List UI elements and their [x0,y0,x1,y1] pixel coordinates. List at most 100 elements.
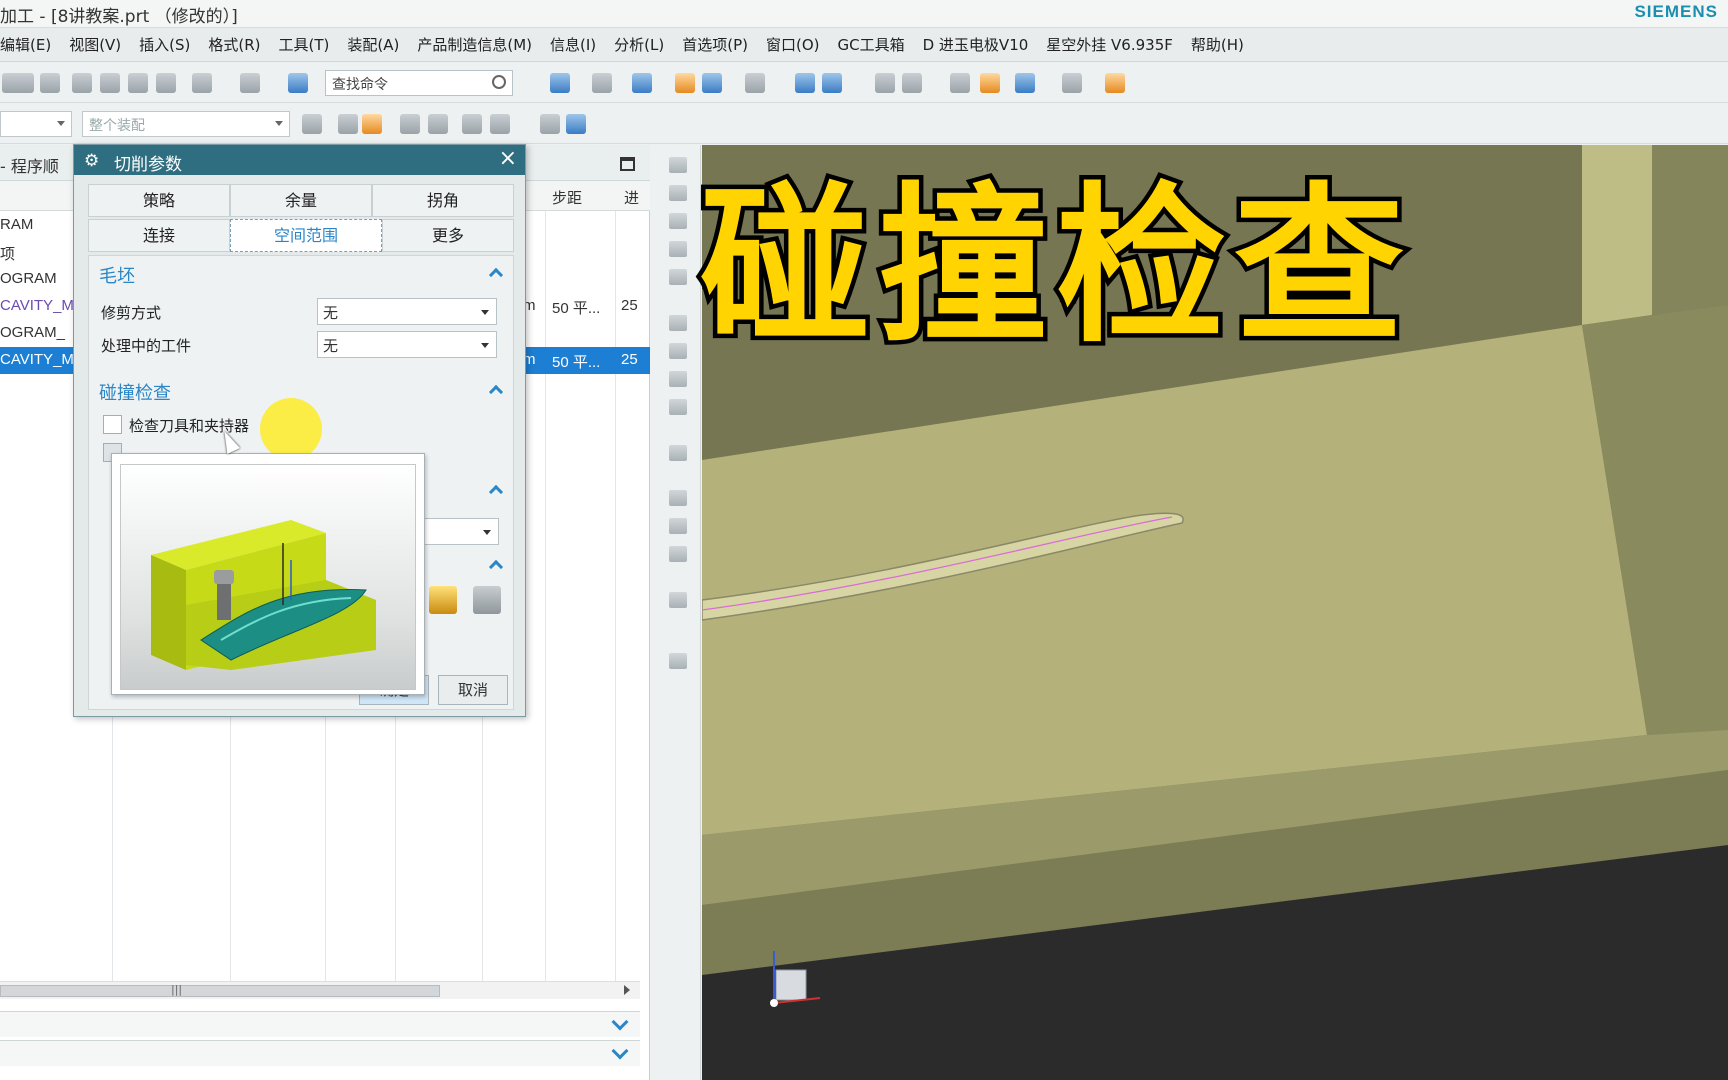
menu-assembly[interactable]: 装配(A) [347,34,399,55]
dependencies-panel[interactable] [0,1040,640,1066]
clipboard-icon[interactable] [875,73,895,93]
section-collision-title[interactable]: 碰撞检查 [99,379,171,405]
layer-icon[interactable] [675,73,695,93]
scroll-right-icon[interactable] [624,985,630,995]
tool-icon[interactable] [669,592,687,608]
rotate-icon[interactable] [822,73,842,93]
render-style-icon[interactable] [592,73,612,93]
check-tool-holder-checkbox[interactable] [103,415,122,434]
post-process-icon[interactable] [1015,73,1035,93]
repeat-command-icon[interactable] [240,73,260,93]
dialog-title-bar[interactable]: ⚙ 切削参数 × [74,145,525,175]
tool-icon[interactable] [669,213,687,229]
tool-library-icon[interactable] [429,586,457,614]
tool-icon[interactable] [669,269,687,285]
tool-icon[interactable] [1062,73,1082,93]
save-icon[interactable] [14,73,34,93]
tab-stock[interactable]: 余量 [230,184,372,217]
chevron-up-icon[interactable] [488,267,504,283]
menu-preferences[interactable]: 首选项(P) [682,34,748,55]
tool-icon[interactable] [669,518,687,534]
snap-icon[interactable] [338,114,358,134]
copy-icon[interactable] [100,73,120,93]
tab-more[interactable]: 更多 [382,219,514,252]
assembly-filter-combo[interactable]: 整个装配 [82,111,290,137]
tool-icon[interactable] [669,653,687,669]
collapsed-select[interactable] [419,518,499,545]
point-icon[interactable] [462,114,482,134]
section-icon[interactable] [702,73,722,93]
command-finder-icon[interactable] [288,73,308,93]
chevron-down-icon[interactable] [611,1013,629,1031]
link-icon[interactable] [540,114,560,134]
tool-icon[interactable] [669,445,687,461]
close-icon[interactable]: × [499,146,517,171]
tool-icon[interactable] [669,157,687,173]
menu-format[interactable]: 格式(R) [208,34,260,55]
undo-selection-icon[interactable] [400,114,420,134]
select-feature-icon[interactable] [362,114,382,134]
menu-tools[interactable]: 工具(T) [279,34,330,55]
toolpath-icon[interactable] [950,73,970,93]
tool-icon[interactable] [669,371,687,387]
tab-connections[interactable]: 连接 [88,219,230,252]
command-search-input[interactable]: 查找命令 [325,70,513,96]
column-feed[interactable]: 进 [624,187,639,208]
chevron-up-icon[interactable] [488,484,504,500]
menu-edit[interactable]: 编辑(E) [0,34,51,55]
section-blank-title[interactable]: 毛坯 [99,262,135,288]
menu-analysis[interactable]: 分析(L) [614,34,664,55]
grid-icon[interactable] [745,73,765,93]
snap-point-icon[interactable] [428,114,448,134]
shop-doc-icon[interactable] [1105,73,1125,93]
search-icon[interactable] [492,75,506,89]
menu-gc-toolbox[interactable]: GC工具箱 [838,34,905,55]
scrollbar-thumb[interactable]: ||| [0,983,440,997]
selection-settings-icon[interactable] [302,114,322,134]
cancel-button[interactable]: 取消 [438,675,508,705]
delete-icon[interactable] [156,73,176,93]
tool-icon[interactable] [669,315,687,331]
cut-icon[interactable] [72,73,92,93]
move-object-icon[interactable] [795,73,815,93]
menu-info[interactable]: 信息(I) [550,34,596,55]
shaded-icon[interactable] [632,73,652,93]
column-step[interactable]: 步距 [552,187,582,208]
undo-icon[interactable] [192,73,212,93]
tool-icon[interactable] [669,546,687,562]
tool-icon[interactable] [669,490,687,506]
trim-method-select[interactable]: 无 [317,298,497,325]
menu-xingkong-plugin[interactable]: 星空外挂 V6.935F [1046,34,1173,55]
paste-icon[interactable] [128,73,148,93]
maximize-icon[interactable] [620,157,635,171]
menu-pmi[interactable]: 产品制造信息(M) [417,34,532,55]
verify-icon[interactable] [980,73,1000,93]
tab-corners[interactable]: 拐角 [372,184,514,217]
gear-icon[interactable] [473,586,501,614]
chevron-down-icon[interactable] [611,1042,629,1060]
menu-view[interactable]: 视图(V) [69,34,121,55]
tab-containment[interactable]: 空间范围 [230,219,382,252]
menu-help[interactable]: 帮助(H) [1191,34,1244,55]
tool-icon[interactable] [669,185,687,201]
component-icon[interactable] [566,114,586,134]
tab-strategy[interactable]: 策略 [88,184,230,217]
view-orientation-icon[interactable] [550,73,570,93]
chevron-up-icon[interactable] [488,384,504,400]
tool-icon[interactable] [669,241,687,257]
box-select-icon[interactable] [490,114,510,134]
tool-icon[interactable] [669,343,687,359]
type-filter-combo[interactable] [0,111,72,137]
selection-toolbar: 整个装配 [0,104,1728,144]
menu-insert[interactable]: 插入(S) [139,34,190,55]
measure-icon[interactable] [902,73,922,93]
menu-electrode-plugin[interactable]: D 进玉电极V10 [923,34,1029,55]
menu-window[interactable]: 窗口(O) [766,34,820,55]
tool-icon[interactable] [669,399,687,415]
horizontal-scrollbar[interactable]: ||| [0,981,640,999]
print-icon[interactable] [40,73,60,93]
assembly-filter-value: 整个装配 [89,118,145,134]
details-panel[interactable] [0,1011,640,1037]
ipw-select[interactable]: 无 [317,331,497,358]
chevron-up-icon[interactable] [488,559,504,575]
